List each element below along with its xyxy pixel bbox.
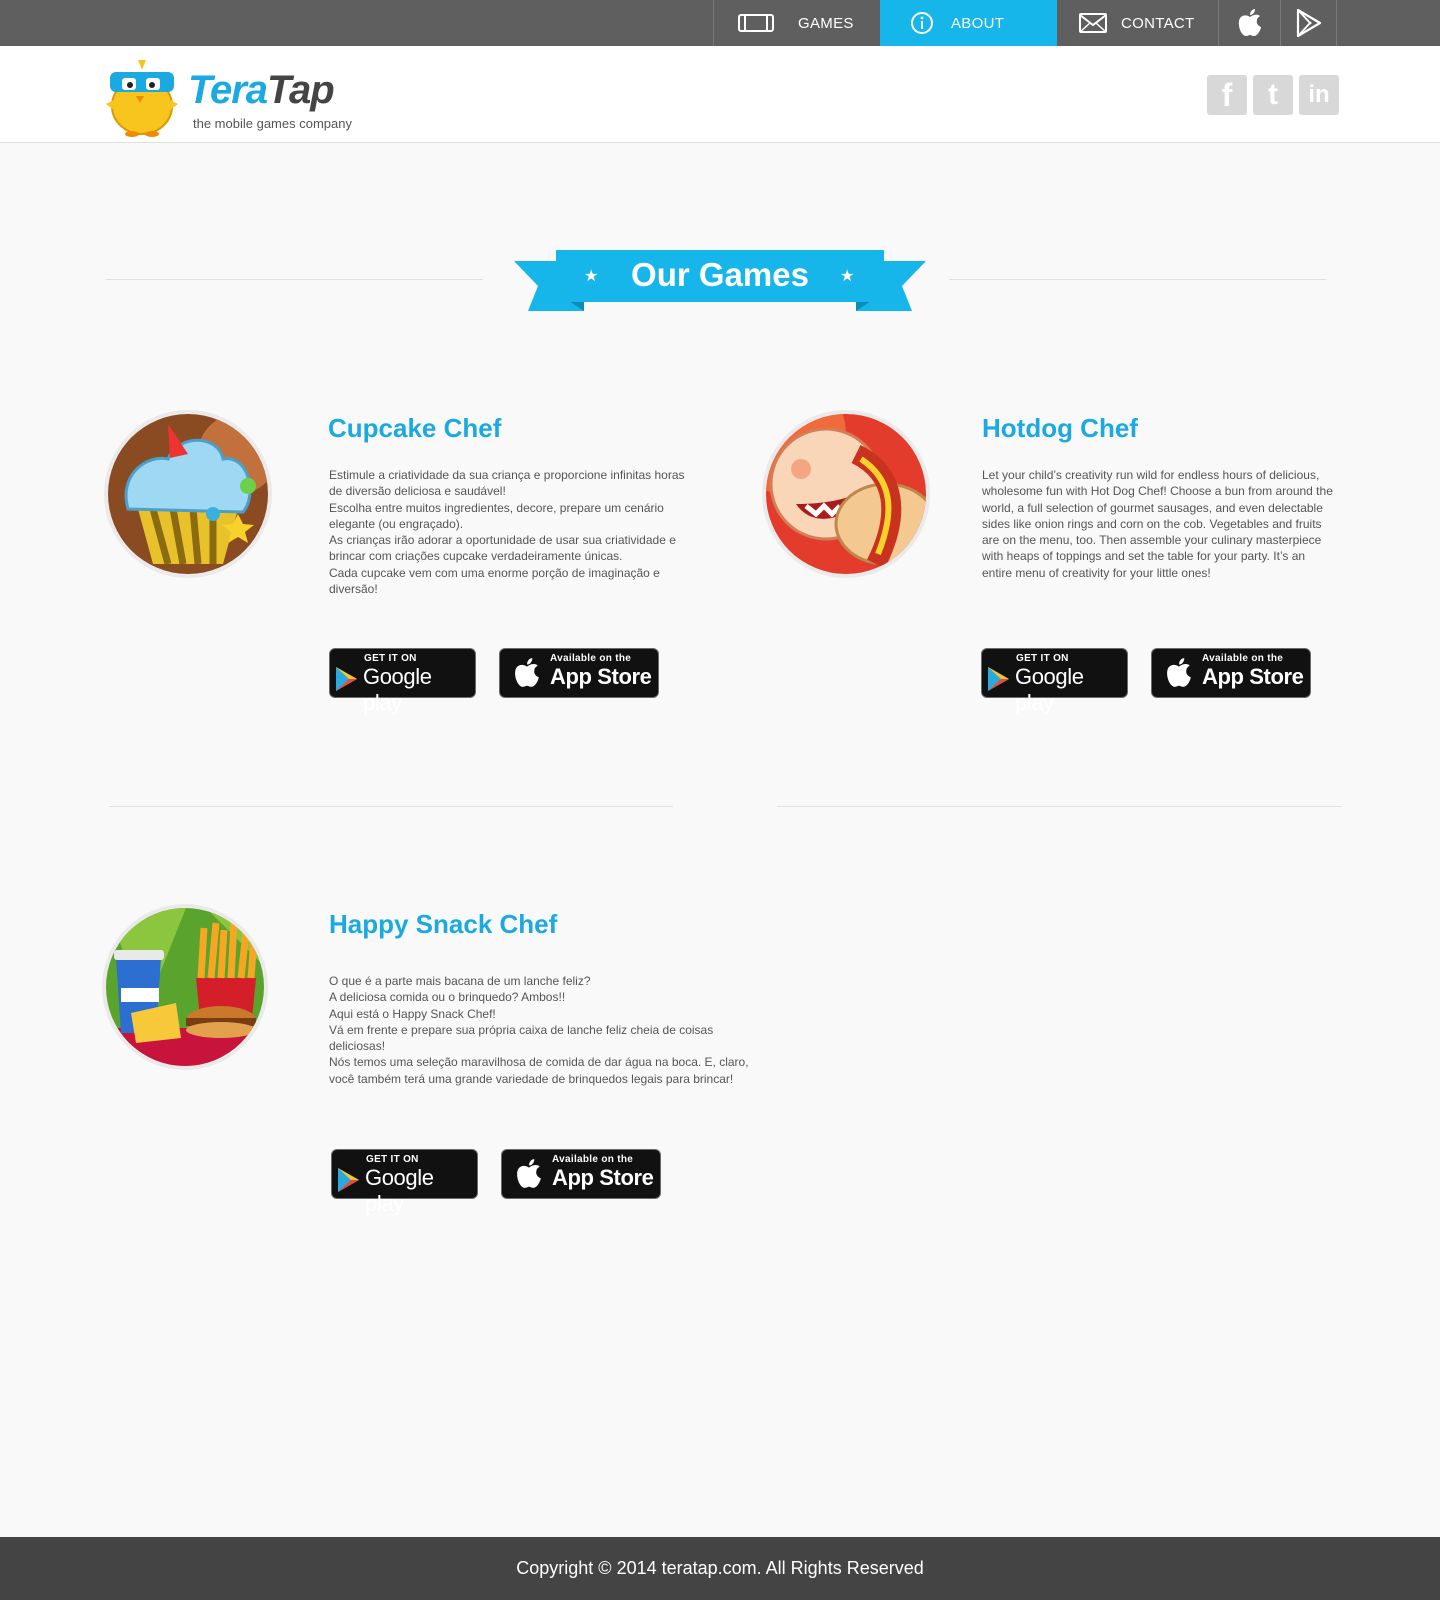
- app-store-badge[interactable]: Available on the App Store: [501, 1149, 661, 1199]
- logo-tagline: the mobile games company: [193, 116, 352, 131]
- top-navigation-bar: GAMES ABOUT CONTACT: [0, 0, 1440, 46]
- google-play-badge[interactable]: GET IT ON Google play: [329, 648, 476, 715]
- logo-wordmark: TeraTap: [188, 68, 335, 112]
- chick-mascot-icon: [106, 60, 178, 137]
- game-title[interactable]: Hotdog Chef: [982, 413, 1138, 444]
- nav-label-about: ABOUT: [951, 14, 1005, 32]
- divider-line: [949, 279, 1326, 280]
- divider-line: [106, 279, 483, 280]
- section-title-ribbon: ★ ★ Our Games: [514, 249, 926, 313]
- facebook-icon[interactable]: f: [1207, 75, 1247, 115]
- section-title: Our Games: [631, 256, 809, 293]
- badge-big-text: App Store: [1202, 664, 1304, 689]
- badge-big-text: Google play: [1015, 664, 1084, 715]
- nav-label-games: GAMES: [798, 14, 854, 32]
- hotdog-chef-image[interactable]: [762, 410, 930, 578]
- game-title[interactable]: Cupcake Chef: [328, 413, 501, 444]
- nav-item-games[interactable]: GAMES: [713, 0, 880, 46]
- twitter-icon[interactable]: t: [1253, 75, 1293, 115]
- google-play-icon: [338, 1168, 359, 1192]
- badge-small-text: Available on the: [550, 653, 632, 664]
- site-footer: Copyright © 2014 teratap.com. All Rights…: [0, 1537, 1440, 1600]
- app-store-badge[interactable]: Available on the App Store: [1151, 648, 1311, 698]
- app-store-badge[interactable]: Available on the App Store: [499, 648, 659, 698]
- apple-icon: [515, 658, 539, 687]
- badge-small-text: Available on the: [1202, 653, 1284, 664]
- gamepad-icon: [738, 14, 774, 32]
- nav-apple-store-link[interactable]: [1218, 0, 1280, 46]
- badge-small-text: GET IT ON: [364, 653, 417, 664]
- badge-big-text: Google play: [363, 664, 432, 715]
- game-title[interactable]: Happy Snack Chef: [329, 909, 557, 940]
- nav-label-contact: CONTACT: [1121, 14, 1195, 32]
- teratap-logo[interactable]: TeraTap the mobile games company: [100, 54, 370, 140]
- game-description: Let your child’s creativity run wild for…: [982, 468, 1333, 580]
- info-icon: [911, 12, 933, 34]
- game-description: O que é a parte mais bacana de um lanche…: [329, 974, 749, 1086]
- envelope-icon: [1079, 13, 1107, 33]
- nav-item-about[interactable]: ABOUT: [880, 0, 1057, 46]
- site-header: TeraTap the mobile games company f t in: [0, 46, 1440, 143]
- badge-small-text: GET IT ON: [1016, 653, 1069, 664]
- badge-big-text: App Store: [550, 664, 652, 689]
- apple-icon: [1167, 658, 1191, 687]
- google-play-badge[interactable]: GET IT ON Google play: [331, 1149, 478, 1216]
- divider-line: [777, 806, 1342, 807]
- apple-icon: [517, 1159, 541, 1188]
- linkedin-icon[interactable]: in: [1299, 75, 1339, 115]
- badge-small-text: GET IT ON: [366, 1154, 419, 1165]
- copyright-text: Copyright © 2014 teratap.com. All Rights…: [516, 1558, 924, 1578]
- google-play-icon: [1296, 9, 1321, 37]
- happy-snack-chef-image[interactable]: [102, 904, 268, 1070]
- google-play-icon: [336, 667, 357, 691]
- badge-small-text: Available on the: [552, 1154, 634, 1165]
- apple-icon: [1238, 9, 1261, 36]
- nav-google-play-link[interactable]: [1280, 0, 1337, 46]
- divider-line: [109, 806, 673, 807]
- nav-item-contact[interactable]: CONTACT: [1057, 0, 1219, 46]
- google-play-badge[interactable]: GET IT ON Google play: [981, 648, 1128, 715]
- badge-big-text: Google play: [365, 1165, 434, 1216]
- cupcake-chef-image[interactable]: [104, 410, 272, 578]
- badge-big-text: App Store: [552, 1165, 654, 1190]
- google-play-icon: [988, 667, 1009, 691]
- game-description: Estimule a criatividade da sua criança e…: [329, 468, 685, 597]
